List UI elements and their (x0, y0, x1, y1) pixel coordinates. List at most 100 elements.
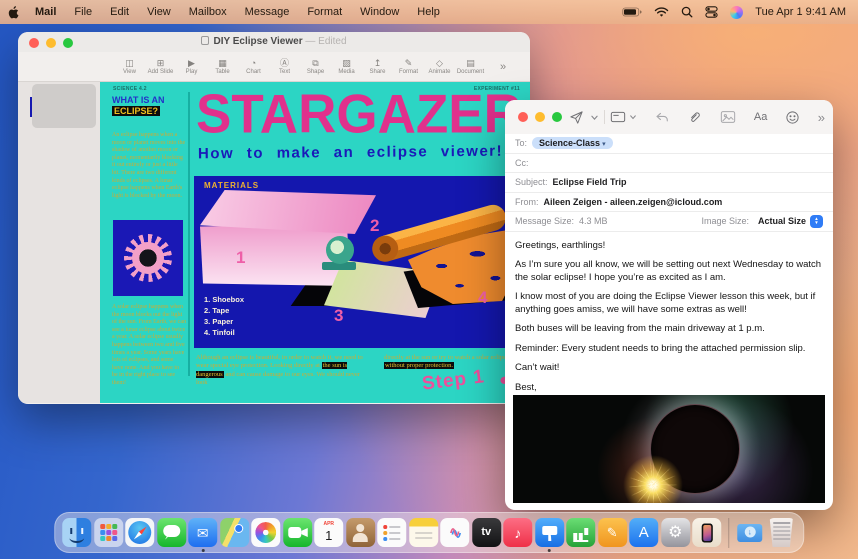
toolbar-button-text[interactable]: Ⓐ Text (269, 58, 300, 75)
dock-icon-freeform[interactable]: ∿ (440, 518, 469, 547)
toolbar-button-play[interactable]: ▶ Play (176, 58, 207, 75)
document-icon (201, 36, 209, 45)
dock-icon-keynote[interactable] (535, 518, 564, 547)
dock-icon-calendar[interactable]: 1 (314, 518, 343, 547)
mail-compose-window: Aa » To: Science-Class▾ Cc: Subject: Ecl… (505, 100, 833, 510)
subject-value: Eclipse Field Trip (553, 177, 627, 187)
toolbar-button-format[interactable]: ✎ Format (393, 58, 424, 75)
menu-item-help[interactable]: Help (408, 6, 449, 18)
siri-icon[interactable] (730, 6, 743, 19)
dock-icon-reminders[interactable] (377, 518, 406, 547)
format-button[interactable]: Aa (754, 111, 767, 123)
send-button[interactable] (569, 110, 584, 125)
battery-icon[interactable] (622, 7, 642, 17)
material-number-4: 4 (478, 288, 487, 308)
header-fields-icon[interactable] (610, 110, 626, 124)
slide-title: STARGAZER (196, 83, 522, 146)
materials-list: 1. Shoebox2. Tape3. Paper4. Tinfoil (204, 294, 244, 338)
dock-icon-contacts[interactable] (346, 518, 375, 547)
dock-icon-finder[interactable] (62, 518, 91, 547)
from-field[interactable]: From: Aileen Zeigen - aileen.zeigen@iclo… (505, 193, 833, 213)
control-center-icon[interactable] (705, 6, 718, 18)
dock-icon-tv[interactable]: tv (472, 518, 501, 547)
dock-icon-launchpad[interactable] (94, 518, 123, 547)
dock-icon-trash[interactable] (767, 518, 796, 547)
dock-icon-iphone-mirroring[interactable] (692, 518, 721, 547)
menu-item-message[interactable]: Message (236, 6, 299, 18)
dock-icon-settings[interactable]: ⚙ (661, 518, 690, 547)
slide-paragraph-1: An eclipse happens when a moon or planet… (112, 132, 186, 200)
slide-canvas[interactable]: SCIENCE 4.2 EXPERIMENT #11 WHAT IS AN EC… (100, 82, 530, 403)
token-chevron-icon: ▾ (602, 141, 606, 148)
subject-field[interactable]: Subject: Eclipse Field Trip (505, 173, 833, 193)
material-number-3: 3 (334, 306, 343, 326)
toolbar-button-table[interactable]: ▦ Table (207, 58, 238, 75)
dock-icon-messages[interactable] (157, 518, 186, 547)
undo-icon[interactable] (655, 111, 670, 124)
toolbar-button-share[interactable]: ↥ Share (362, 58, 393, 75)
toolbar-button-document[interactable]: ▤ Document (455, 58, 486, 75)
toolbar-button-shape[interactable]: ⧉ Shape (300, 58, 331, 75)
zoom-button[interactable] (552, 112, 562, 122)
toolbar-overflow-chevron[interactable]: » (818, 110, 825, 125)
keynote-titlebar[interactable]: DIY Eclipse Viewer — Edited (18, 32, 530, 52)
menu-item-view[interactable]: View (138, 6, 180, 18)
toolbar-button-view[interactable]: ◫ View (114, 58, 145, 75)
desktop: { "menu_bar": { "items": [ {"label": "Ma… (0, 0, 858, 559)
header-fields-chevron[interactable] (629, 113, 637, 121)
material-number-1: 1 (236, 248, 245, 268)
dock-icon-numbers[interactable] (566, 518, 595, 547)
eclipse-photo-attachment[interactable] (513, 395, 825, 503)
material-number-2: 2 (370, 216, 379, 236)
apple-menu[interactable] (0, 5, 26, 20)
menu-item-format[interactable]: Format (298, 6, 351, 18)
emoji-button[interactable] (785, 110, 800, 125)
dock-icon-facetime[interactable] (283, 518, 312, 547)
body-paragraph: Both buses will be leaving from the main… (515, 323, 823, 336)
dock-icon-music[interactable]: ♪ (503, 518, 532, 547)
dock-icon-mail[interactable]: ✉ (188, 518, 217, 547)
menu-item-mail[interactable]: Mail (26, 6, 65, 18)
slide-paragraph-2: A solar eclipse happens when the moon bl… (112, 304, 186, 388)
minimize-button[interactable] (535, 112, 545, 122)
menu-item-window[interactable]: Window (351, 6, 408, 18)
dock-icon-pages[interactable]: ✎ (598, 518, 627, 547)
mail-toolbar[interactable]: Aa » (505, 100, 833, 134)
wifi-icon[interactable] (654, 7, 669, 18)
menu-clock[interactable]: Tue Apr 1 9:41 AM (755, 6, 846, 18)
dock-icon-appstore[interactable]: A (629, 518, 658, 547)
dock-icon-photos[interactable] (251, 518, 280, 547)
menu-item-file[interactable]: File (65, 6, 101, 18)
slide-navigator: 1 SOLAR ECLIPSE FIELD TRIP! 2 STARGAZER … (18, 82, 100, 403)
toolbar-button-media[interactable]: ▨ Media (331, 58, 362, 75)
attach-icon[interactable] (687, 110, 702, 125)
close-button[interactable] (518, 112, 528, 122)
image-size-value: Actual Size (758, 216, 806, 226)
image-size-stepper[interactable]: ▲▼ (810, 215, 823, 228)
running-indicator (548, 549, 551, 552)
slide-subtitle: How to make an eclipse viewer! (198, 143, 503, 163)
body-paragraph: Reminder: Every student needs to bring t… (515, 343, 823, 356)
dock-icon-notes[interactable] (409, 518, 438, 547)
from-value: Aileen Zeigen - aileen.zeigen@icloud.com (544, 197, 723, 207)
slide-heading: WHAT IS AN ECLIPSE? (112, 95, 188, 117)
to-field[interactable]: To: Science-Class▾ (505, 134, 833, 154)
eclipse-illustration (113, 220, 183, 296)
toolbar-button-animate[interactable]: ◇ Animate (424, 58, 455, 75)
recipient-token[interactable]: Science-Class▾ (532, 137, 613, 149)
toolbar-overflow-chevron[interactable]: » (500, 61, 506, 73)
dock-icon-maps[interactable] (220, 518, 249, 547)
dock-icon-downloads[interactable] (735, 518, 764, 547)
slide-course-label: SCIENCE 4.2 (113, 86, 147, 92)
message-body[interactable]: Greetings, earthlings!As I’m sure you al… (505, 232, 833, 407)
search-icon[interactable] (681, 6, 693, 18)
toolbar-button-chart[interactable]: ◔ Chart (238, 58, 269, 75)
dock-icon-safari[interactable] (125, 518, 154, 547)
insert-photo-icon[interactable] (720, 110, 736, 124)
thumbnail-preview[interactable]: STARGAZER (36, 88, 92, 124)
cc-field[interactable]: Cc: (505, 154, 833, 174)
menu-item-edit[interactable]: Edit (101, 6, 138, 18)
menu-item-mailbox[interactable]: Mailbox (180, 6, 236, 18)
toolbar-button-add-slide[interactable]: ⊞ Add Slide (145, 58, 176, 75)
send-options-chevron[interactable] (590, 113, 599, 122)
